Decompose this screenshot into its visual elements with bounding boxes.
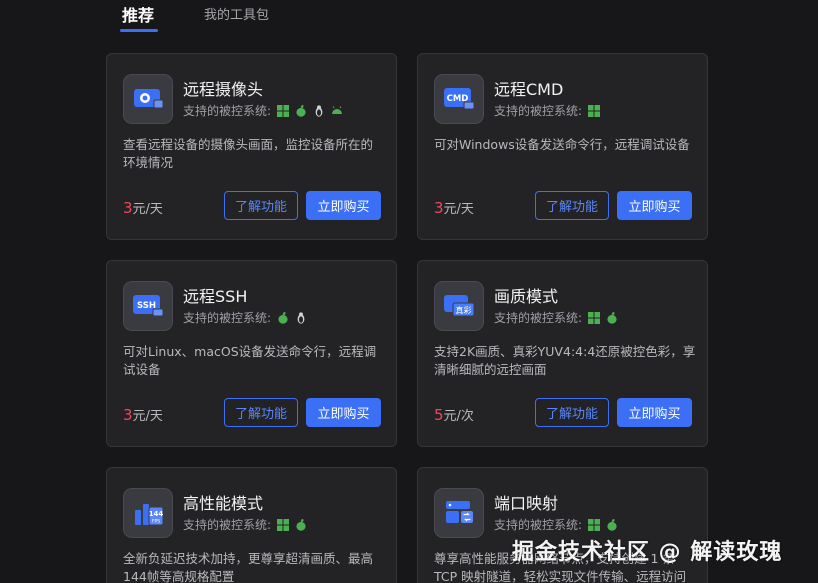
linux-icon — [297, 311, 305, 324]
card-description: 全新负延迟技术加持，更尊享超清画质、最高144帧等高规格配置 — [123, 551, 374, 583]
learn-more-button[interactable]: 了解功能 — [224, 191, 298, 220]
supported-os-label: 支持的被控系统: — [183, 104, 272, 118]
card-title: 画质模式 — [494, 287, 559, 306]
windows-icon — [588, 518, 601, 531]
apple-icon — [296, 104, 306, 117]
supported-os-row: 支持的被控系统: — [183, 102, 343, 119]
card-title: 高性能模式 — [183, 494, 264, 513]
feature-card-remote-cmd: CMD 远程CMD 支持的被控系统: 可对Windows设备发送命令行，远程调试… — [417, 53, 708, 240]
price-value: 3 — [434, 199, 444, 217]
supported-os-row: 支持的被控系统: — [494, 309, 618, 326]
card-description: 支持2K画质、真彩YUV4:4:4还原被控色彩，享清晰细腻的远控画面 — [434, 344, 696, 377]
price: 5元/次 — [434, 405, 474, 424]
card-title: 远程SSH — [183, 287, 248, 306]
cmd-icon: CMD — [434, 74, 484, 124]
buy-now-button[interactable]: 立即购买 — [306, 191, 381, 220]
windows-icon — [277, 104, 290, 117]
supported-os-row: 支持的被控系统: — [494, 516, 618, 533]
tab-bar: 推荐 我的工具包 — [119, 0, 319, 34]
price-unit: 元/天 — [132, 202, 163, 217]
apple-icon — [607, 311, 617, 324]
buy-now-button[interactable]: 立即购买 — [306, 398, 381, 427]
price-unit: 元/天 — [132, 409, 163, 424]
supported-os-label: 支持的被控系统: — [494, 104, 583, 118]
supported-os-label: 支持的被控系统: — [494, 311, 583, 325]
buy-now-button[interactable]: 立即购买 — [617, 398, 692, 427]
supported-os-label: 支持的被控系统: — [183, 518, 272, 532]
feature-card-high-performance: 144 FPS 高性能模式 支持的被控系统: 全新负延迟技术加持，更尊享超清画质… — [106, 467, 397, 583]
supported-os-row: 支持的被控系统: — [183, 516, 307, 533]
price: 3元/天 — [434, 198, 474, 217]
port-mapping-icon — [434, 488, 484, 538]
learn-more-button[interactable]: 了解功能 — [535, 398, 609, 427]
watermark: 掘金技术社区 @ 解读玫瑰 — [512, 540, 783, 565]
feature-card-remote-ssh: SSH 远程SSH 支持的被控系统: 可对Linux、macOS设备发送命令行，… — [106, 260, 397, 447]
windows-icon — [277, 518, 290, 531]
price-unit: 元/天 — [443, 202, 474, 217]
buy-now-button[interactable]: 立即购买 — [617, 191, 692, 220]
linux-icon — [315, 104, 323, 117]
windows-icon — [588, 311, 601, 324]
supported-os-row: 支持的被控系统: — [494, 102, 601, 119]
image-quality-icon: 真彩 — [434, 281, 484, 331]
feature-card-image-quality: 真彩 画质模式 支持的被控系统: 支持2K画质、真彩YUV4:4:4还原被控色彩… — [417, 260, 708, 447]
android-icon — [332, 105, 343, 114]
price-unit: 元/次 — [443, 409, 474, 424]
learn-more-button[interactable]: 了解功能 — [224, 398, 298, 427]
feature-card-remote-camera: 远程摄像头 支持的被控系统: 查看远程设备的摄像头画面，监控设备所在的环境情况 … — [106, 53, 397, 240]
image-quality-icon-text: 真彩 — [456, 305, 472, 315]
card-description: 查看远程设备的摄像头画面，监控设备所在的环境情况 — [123, 137, 374, 170]
tab-my-toolkit[interactable]: 我的工具包 — [204, 0, 269, 34]
ssh-icon: SSH — [123, 281, 173, 331]
price-value: 3 — [123, 199, 133, 217]
tab-recommended[interactable]: 推荐 — [119, 0, 159, 34]
card-title: 远程CMD — [494, 80, 564, 99]
apple-icon — [296, 518, 306, 531]
learn-more-button[interactable]: 了解功能 — [535, 191, 609, 220]
card-title: 远程摄像头 — [183, 80, 264, 99]
camera-icon — [123, 74, 173, 124]
apple-icon — [278, 311, 288, 324]
price-value: 3 — [123, 406, 133, 424]
price-value: 5 — [434, 406, 444, 424]
card-description: 可对Windows设备发送命令行，远程调试设备 — [434, 137, 690, 152]
apple-icon — [607, 518, 617, 531]
high-performance-icon: 144 FPS — [123, 488, 173, 538]
fps-number-text: 144 — [149, 510, 164, 518]
card-title: 端口映射 — [494, 494, 559, 513]
supported-os-row: 支持的被控系统: — [183, 309, 307, 326]
supported-os-label: 支持的被控系统: — [494, 518, 583, 532]
card-description: 可对Linux、macOS设备发送命令行，远程调试设备 — [123, 344, 377, 377]
supported-os-label: 支持的被控系统: — [183, 311, 272, 325]
fps-label-text: FPS — [152, 519, 160, 525]
windows-icon — [588, 104, 601, 117]
price: 3元/天 — [123, 405, 163, 424]
price: 3元/天 — [123, 198, 163, 217]
